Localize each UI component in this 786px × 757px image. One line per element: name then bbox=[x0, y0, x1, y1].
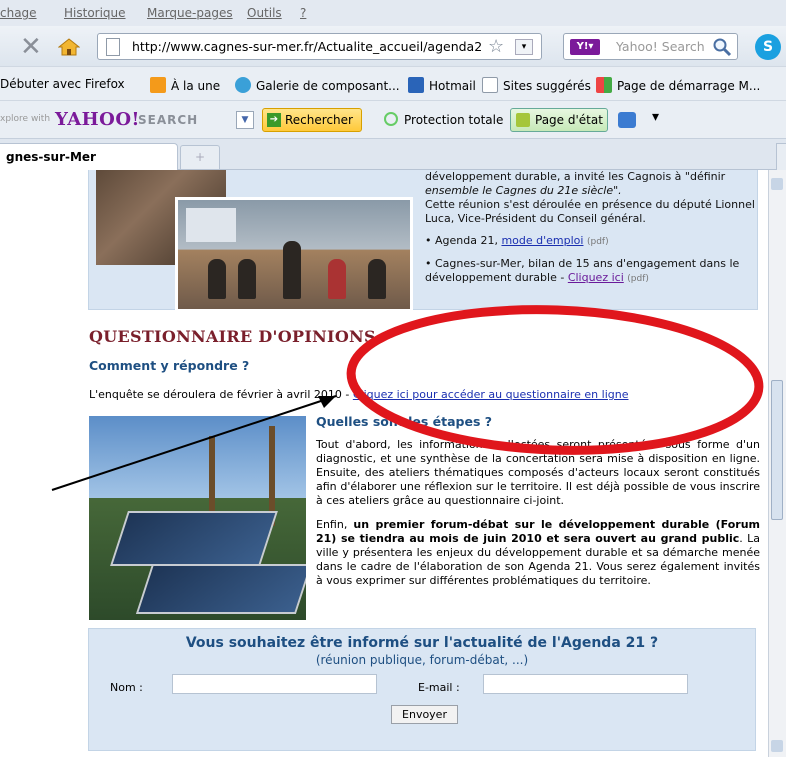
msn-icon bbox=[408, 77, 424, 93]
envoyer-button[interactable]: Envoyer bbox=[391, 705, 458, 724]
meeting-panel-photo bbox=[175, 197, 413, 312]
url-text[interactable]: http://www.cagnes-sur-mer.fr/Actualite_a… bbox=[132, 39, 482, 54]
navigation-bar: ✕ http://www.cagnes-sur-mer.fr/Actualite… bbox=[0, 26, 786, 66]
bilan-link[interactable]: Cliquez ici bbox=[568, 271, 624, 284]
steps-paragraph: Tout d'abord, les informations collectée… bbox=[316, 438, 760, 507]
yahoo-engine-icon[interactable]: Y!▾ bbox=[570, 39, 600, 55]
steps-heading: Quelles sont les étapes ? bbox=[316, 414, 493, 429]
new-tab-button[interactable]: + bbox=[180, 145, 220, 169]
protection-totale-button[interactable]: Protection totale bbox=[384, 112, 503, 127]
questionnaire-link[interactable]: Cliquez ici pour accéder au questionnair… bbox=[353, 388, 629, 401]
bookmarks-toolbar: Débuter avec Firefox À la une Galerie de… bbox=[0, 66, 786, 100]
explore-label: xplore with bbox=[0, 114, 51, 124]
search-box[interactable]: Y!▾ Yahoo! Search bbox=[563, 33, 738, 60]
menu-bar: chage Historique Marque-pages Outils ? bbox=[0, 0, 786, 26]
stop-icon[interactable]: ✕ bbox=[20, 32, 42, 62]
email-field[interactable] bbox=[483, 674, 688, 694]
scroll-up-icon[interactable] bbox=[771, 178, 783, 190]
news-line: développement durable, a invité les Cagn… bbox=[425, 170, 726, 183]
bookmark-firefox[interactable]: Débuter avec Firefox bbox=[0, 77, 125, 91]
bookmark-label: Page de démarrage M... bbox=[617, 79, 761, 93]
search-input[interactable]: Yahoo! Search bbox=[616, 39, 705, 54]
rechercher-button[interactable]: ➔ Rechercher bbox=[262, 108, 362, 132]
form-subtitle: (réunion publique, forum-débat, ...) bbox=[315, 653, 529, 667]
toolbar-menu-icon[interactable]: ▾ bbox=[652, 109, 659, 125]
ie-icon bbox=[235, 77, 251, 93]
agenda-news-text: développement durable, a invité les Cagn… bbox=[425, 170, 760, 292]
scroll-down-icon[interactable] bbox=[771, 740, 783, 752]
shield-icon bbox=[384, 112, 398, 126]
pdf-badge: (pdf) bbox=[627, 274, 649, 284]
scroll-thumb[interactable] bbox=[771, 380, 783, 520]
vertical-scrollbar[interactable] bbox=[768, 170, 786, 757]
news-quote: ensemble le Cagnes du 21e siècle". bbox=[425, 184, 622, 197]
forum-paragraph: Enfin, un premier forum-débat sur le dév… bbox=[316, 518, 760, 588]
tab-bar: gnes-sur-Mer + bbox=[0, 138, 786, 171]
survey-text: L'enquête se déroulera de février à avri… bbox=[89, 388, 350, 401]
bookmark-label: Galerie de composant... bbox=[256, 79, 400, 93]
bookmark-star-icon[interactable]: ☆ bbox=[488, 36, 504, 57]
bookmark-sites-suggeres[interactable]: Sites suggérés bbox=[482, 77, 591, 93]
forum-bold-text: un premier forum-débat sur le développem… bbox=[316, 518, 761, 545]
page-viewport: développement durable, a invité les Cagn… bbox=[0, 170, 768, 757]
bookmark-label: Sites suggérés bbox=[503, 79, 591, 93]
menu-item-historique[interactable]: Historique bbox=[64, 6, 126, 20]
url-dropdown-icon[interactable]: ▾ bbox=[515, 39, 533, 55]
news-line: Cette réunion s'est déroulée en présence… bbox=[425, 198, 755, 225]
newsletter-form: Vous souhaitez être informé sur l'actual… bbox=[88, 628, 756, 751]
page-icon bbox=[106, 38, 120, 56]
pdf-badge: (pdf) bbox=[586, 237, 609, 247]
bookmark-a-la-une[interactable]: À la une bbox=[150, 77, 220, 93]
bookmark-hotmail[interactable]: Hotmail bbox=[408, 77, 476, 93]
steps-text: Tout d'abord, les informations collectée… bbox=[316, 438, 760, 598]
survey-line: L'enquête se déroulera de février à avri… bbox=[89, 388, 628, 401]
menu-item-help[interactable]: ? bbox=[300, 6, 306, 20]
email-label: E-mail : bbox=[418, 681, 460, 694]
questionnaire-title: QUESTIONNAIRE D'OPINIONS bbox=[89, 327, 376, 346]
mode-emploi-link[interactable]: mode d'emploi bbox=[501, 234, 583, 247]
menu-item-marque-pages[interactable]: Marque-pages bbox=[147, 6, 233, 20]
bookmark-label: Hotmail bbox=[429, 79, 476, 93]
rss-icon bbox=[150, 77, 166, 93]
toolbar-extra-icon[interactable] bbox=[618, 112, 636, 128]
tab-list-button[interactable] bbox=[776, 143, 786, 171]
agenda-label: • Agenda 21, bbox=[425, 234, 498, 247]
yahoo-dropdown-icon[interactable]: ▼ bbox=[236, 111, 254, 129]
yahoo-search-label[interactable]: SEARCH bbox=[138, 113, 198, 127]
form-title: Vous souhaitez être informé sur l'actual… bbox=[185, 635, 659, 651]
bookmark-page-demarrage[interactable]: Page de démarrage M... bbox=[596, 77, 760, 93]
arrow-right-icon: ➔ bbox=[267, 113, 281, 127]
yahoo-toolbar: xplore with YAHOO! SEARCH ▼ ➔ Rechercher… bbox=[0, 100, 786, 138]
solar-panels-photo bbox=[89, 416, 306, 620]
browser-chrome: chage Historique Marque-pages Outils ? ✕… bbox=[0, 0, 786, 171]
bookmark-label: À la une bbox=[171, 79, 221, 93]
skype-icon[interactable]: S bbox=[755, 34, 781, 60]
rechercher-label: Rechercher bbox=[285, 113, 353, 127]
forum-text: Enfin, bbox=[316, 518, 348, 531]
nom-field[interactable] bbox=[172, 674, 377, 694]
menu-item-affichage[interactable]: chage bbox=[0, 6, 37, 20]
address-bar[interactable]: http://www.cagnes-sur-mer.fr/Actualite_a… bbox=[97, 33, 542, 60]
how-to-answer-heading: Comment y répondre ? bbox=[89, 358, 250, 373]
page-etat-label: Page d'état bbox=[535, 113, 603, 127]
search-icon[interactable] bbox=[712, 37, 732, 57]
nom-label: Nom : bbox=[110, 681, 143, 694]
menu-item-outils[interactable]: Outils bbox=[247, 6, 282, 20]
status-icon bbox=[516, 113, 530, 127]
page-icon bbox=[482, 77, 498, 93]
page-etat-button[interactable]: Page d'état bbox=[510, 108, 608, 132]
windows-icon bbox=[596, 77, 612, 93]
protection-label: Protection totale bbox=[404, 113, 504, 127]
home-icon[interactable] bbox=[58, 38, 80, 56]
bookmark-galerie[interactable]: Galerie de composant... bbox=[235, 77, 400, 93]
yahoo-logo[interactable]: YAHOO! bbox=[55, 109, 140, 130]
tab-cagnes[interactable]: gnes-sur-Mer bbox=[0, 143, 178, 171]
